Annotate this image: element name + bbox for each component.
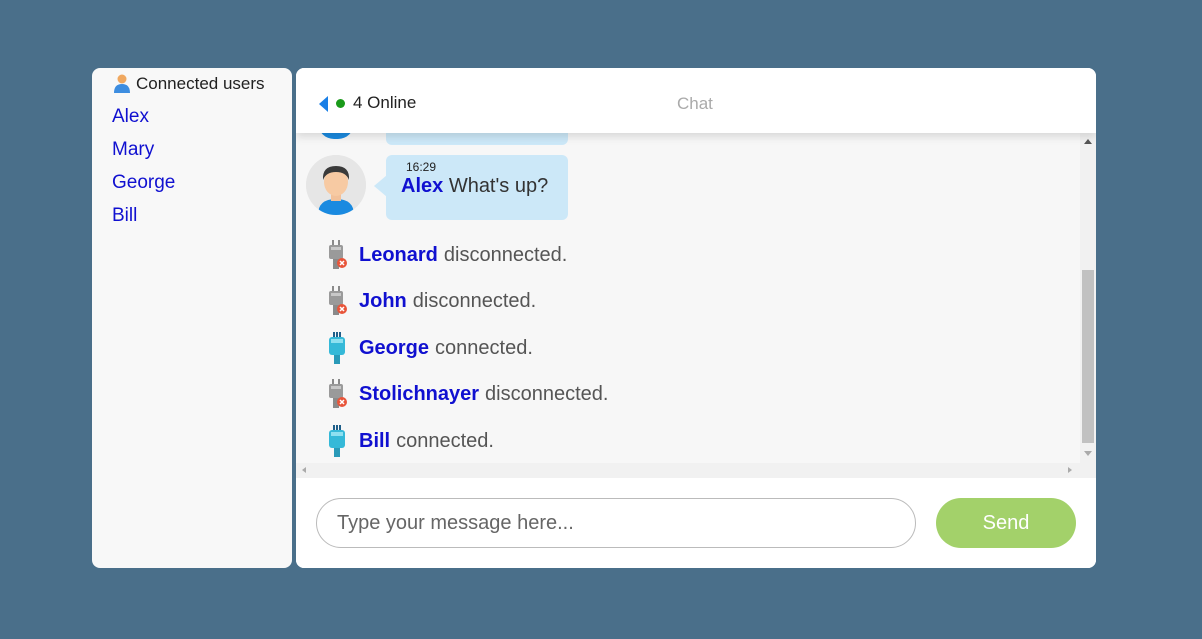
message-input[interactable]: [316, 498, 916, 548]
plug-disconnected-icon: [326, 238, 348, 272]
vertical-scrollbar[interactable]: [1080, 133, 1096, 478]
message-sender: Alex: [401, 175, 444, 197]
event-action: disconnected.: [412, 289, 537, 312]
connection-event: Leonard disconnected.: [326, 238, 567, 272]
connected-users-header: Connected users: [92, 68, 292, 100]
connection-event: Bill connected.: [326, 424, 494, 458]
event-action: connected.: [396, 429, 494, 452]
avatar: [318, 133, 354, 139]
message-time: 16:29: [406, 160, 437, 174]
message-bubble: [386, 133, 568, 145]
event-user: John: [359, 289, 407, 312]
connected-users-panel: Connected users Alex Mary George Bill: [92, 68, 292, 568]
event-action: connected.: [435, 336, 533, 359]
scroll-down-icon[interactable]: [1084, 451, 1092, 456]
online-status-dot: [336, 99, 345, 108]
plug-connected-icon: [326, 424, 348, 458]
message-bubble: 16:29 Alex What's up?: [374, 155, 568, 220]
event-user: Leonard: [359, 243, 438, 266]
plug-disconnected-icon: [326, 284, 348, 318]
connection-event: John disconnected.: [326, 284, 536, 318]
scroll-left-icon[interactable]: [302, 467, 306, 473]
user-list-item[interactable]: George: [92, 166, 292, 199]
message-text: What's up?: [448, 175, 549, 197]
message-list[interactable]: 16:29 Alex What's up? Leonard disconnect…: [296, 133, 1080, 463]
connected-users-title: Connected users: [136, 74, 265, 93]
message-composer: Send: [296, 478, 1096, 568]
event-user: George: [359, 336, 430, 359]
plug-connected-icon: [326, 331, 348, 365]
user-list-item[interactable]: Bill: [92, 199, 292, 232]
connection-event: George connected.: [326, 331, 533, 365]
chat-panel: 4 Online Chat 16:29 Alex What's up? Leon…: [296, 68, 1096, 568]
back-arrow-icon[interactable]: [319, 96, 328, 112]
plug-disconnected-icon: [326, 377, 348, 411]
user-list-item[interactable]: Mary: [92, 133, 292, 166]
online-count: 4 Online: [353, 93, 417, 112]
horizontal-scrollbar[interactable]: [296, 463, 1080, 478]
user-icon: [113, 74, 131, 94]
chat-title: Chat: [677, 94, 713, 113]
event-user: Stolichnayer: [359, 382, 480, 405]
connection-event: Stolichnayer disconnected.: [326, 377, 608, 411]
scroll-right-icon[interactable]: [1068, 467, 1072, 473]
user-list-item[interactable]: Alex: [92, 100, 292, 133]
event-user: Bill: [359, 429, 391, 452]
event-action: disconnected.: [443, 243, 568, 266]
event-action: disconnected.: [485, 382, 609, 405]
scrollbar-thumb[interactable]: [1082, 270, 1094, 443]
scroll-up-icon[interactable]: [1084, 139, 1092, 144]
avatar: [306, 155, 366, 215]
chat-header: 4 Online Chat: [296, 68, 1096, 133]
send-button[interactable]: Send: [936, 498, 1076, 548]
